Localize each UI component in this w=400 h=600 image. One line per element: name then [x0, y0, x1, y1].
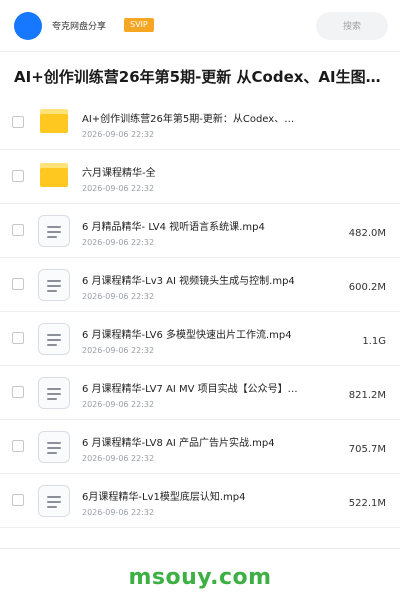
row-checkbox[interactable]: [12, 332, 24, 344]
avatar[interactable]: [14, 12, 42, 40]
file-date: 2026-09-06 22:32: [82, 130, 155, 139]
share-owner-name: 夸克网盘分享: [52, 22, 107, 32]
file-name: 6 月课程精华-LV8 AI 产品广告片实战.mp4: [82, 438, 275, 449]
row-checkbox[interactable]: [12, 494, 24, 506]
document-icon: [38, 377, 70, 409]
row-checkbox[interactable]: [12, 386, 24, 398]
file-date: 2026-09-06 22:32: [82, 454, 155, 463]
folder-icon: [40, 163, 68, 187]
file-row[interactable]: 6月课程精华-Lv1模型底层认知.mp4 2026-09-06 22:32 52…: [0, 474, 400, 528]
file-date: 2026-09-06 22:32: [82, 238, 155, 247]
row-checkbox[interactable]: [12, 116, 24, 128]
svip-badge: SVIP: [124, 18, 154, 32]
file-size: 522.1M: [348, 498, 386, 509]
file-size: 600.2M: [348, 282, 386, 293]
file-row[interactable]: AI+创作训练营26年第5期-更新：从Codex、AI生图视频 2026-09-…: [0, 96, 400, 150]
document-icon: [38, 431, 70, 463]
file-name: 6 月课程精华-LV7 AI MV 项目实战【公众号】.mp4: [82, 384, 298, 395]
file-row[interactable]: 6 月课程精华-LV7 AI MV 项目实战【公众号】.mp4 2026-09-…: [0, 366, 400, 420]
file-row[interactable]: 6 月课程精华-Lv3 AI 视频镜头生成与控制.mp4 2026-09-06 …: [0, 258, 400, 312]
file-date: 2026-09-06 22:32: [82, 508, 155, 517]
folder-icon: [40, 109, 68, 133]
file-size: 482.0M: [348, 228, 386, 239]
document-icon: [38, 323, 70, 355]
document-icon: [38, 215, 70, 247]
file-size: 821.2M: [348, 390, 386, 401]
file-name: 6 月课程精华-Lv3 AI 视频镜头生成与控制.mp4: [82, 276, 295, 287]
folder-title: AI+创作训练营26年第5期-更新 从Codex、AI生图视频👀: [14, 68, 388, 86]
file-size: 705.7M: [348, 444, 386, 455]
file-date: 2026-09-06 22:32: [82, 400, 155, 409]
file-size: 1.1G: [362, 336, 386, 347]
file-date: 2026-09-06 22:32: [82, 292, 155, 301]
file-row[interactable]: 6 月精品精华- LV4 视听语言系统课.mp4 2026-09-06 22:3…: [0, 204, 400, 258]
file-name: 六月课程精华-全: [82, 168, 156, 179]
row-checkbox[interactable]: [12, 224, 24, 236]
file-row[interactable]: 6 月课程精华-LV6 多模型快速出片工作流.mp4 2026-09-06 22…: [0, 312, 400, 366]
row-checkbox[interactable]: [12, 278, 24, 290]
file-name: AI+创作训练营26年第5期-更新：从Codex、AI生图视频: [82, 114, 298, 125]
file-list: AI+创作训练营26年第5期-更新：从Codex、AI生图视频 2026-09-…: [0, 96, 400, 528]
file-date: 2026-09-06 22:32: [82, 346, 155, 355]
watermark-text: msouy.com: [128, 565, 272, 590]
file-name: 6 月课程精华-LV6 多模型快速出片工作流.mp4: [82, 330, 292, 341]
file-date: 2026-09-06 22:32: [82, 184, 155, 193]
file-row[interactable]: 六月课程精华-全 2026-09-06 22:32: [0, 150, 400, 204]
document-icon: [38, 485, 70, 517]
footer-divider: [0, 548, 400, 549]
document-icon: [38, 269, 70, 301]
file-row[interactable]: 6 月课程精华-LV8 AI 产品广告片实战.mp4 2026-09-06 22…: [0, 420, 400, 474]
row-checkbox[interactable]: [12, 170, 24, 182]
row-checkbox[interactable]: [12, 440, 24, 452]
search-button[interactable]: 搜索: [316, 12, 388, 40]
share-header: 夸克网盘分享 SVIP 搜索: [0, 0, 400, 52]
file-name: 6月课程精华-Lv1模型底层认知.mp4: [82, 492, 246, 503]
file-name: 6 月精品精华- LV4 视听语言系统课.mp4: [82, 222, 265, 233]
